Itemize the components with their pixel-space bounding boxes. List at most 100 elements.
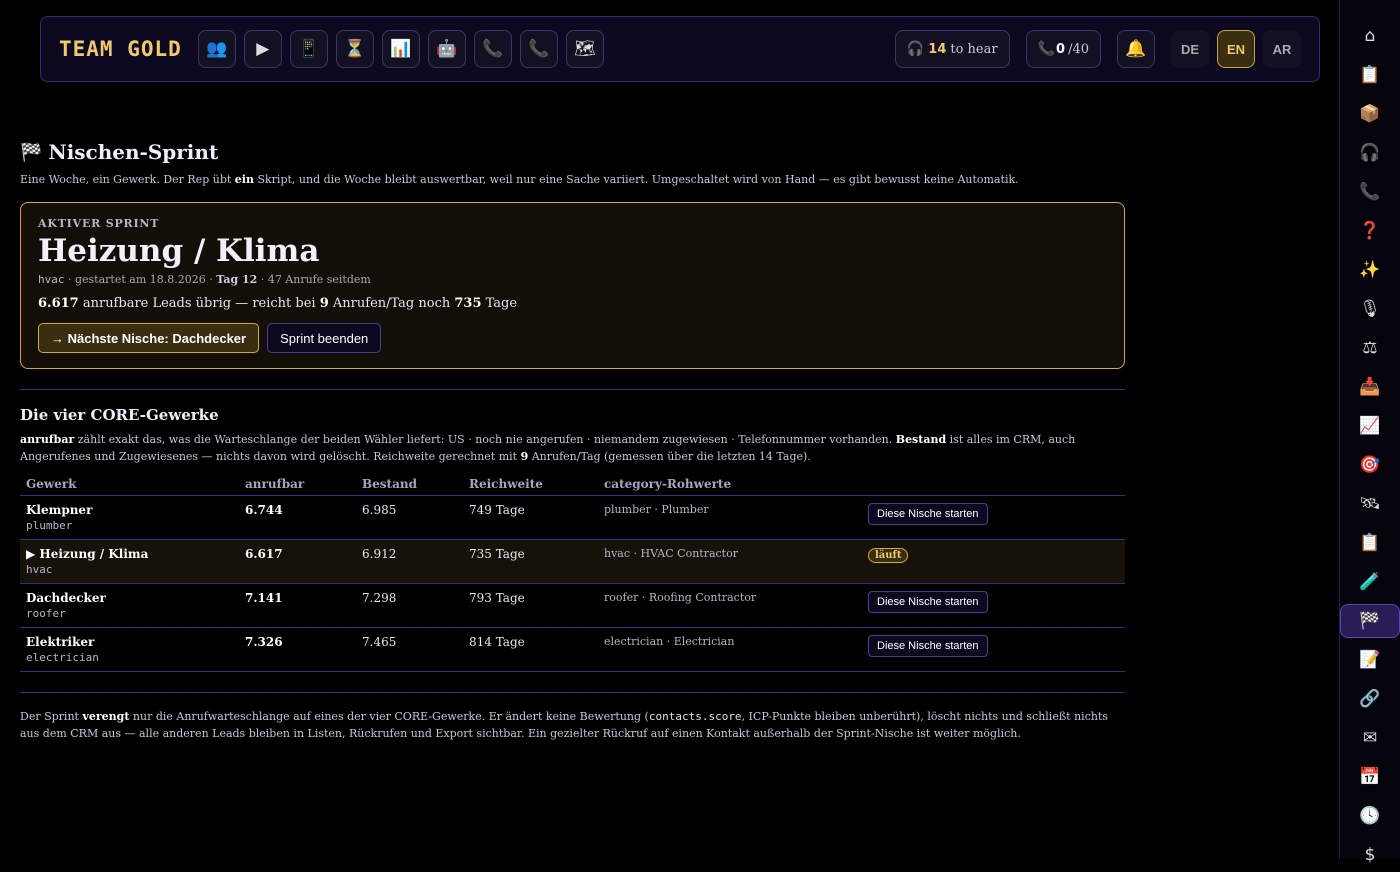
map-icon[interactable]: 🗺 — [565, 30, 604, 68]
table-row: Elektriker electrician 7.326 7.465 814 Ta… — [20, 627, 1125, 673]
callable-count: 6.617 — [239, 539, 356, 585]
trade-name: ▶ Heizung / Klima — [26, 547, 149, 562]
category-raw: electrician · Electrician — [598, 627, 862, 673]
sidebar-test-tube-icon[interactable]: 🧪 — [1340, 565, 1400, 599]
stock-count: 6.985 — [356, 495, 463, 541]
team-brand: TEAM GOLD — [59, 37, 182, 61]
sidebar: ⌂ 📋 📦 🎧 📞 ❓ ✨ 🎙 ⚖ 📥 📈 🎯 🛰 📋 🧪 🏁 📝 🔗 ✉ 📅 🕓 $ — [1339, 0, 1400, 865]
col-category-raw: category-Rohwerte — [598, 477, 862, 497]
sidebar-clipboard-icon-2[interactable]: 📋 — [1340, 526, 1400, 560]
listen-queue-pill[interactable]: 🎧 14 to hear — [894, 30, 1010, 68]
phone-mobile-icon[interactable]: 📱 — [289, 30, 328, 68]
checkered-flag-icon: 🏁 — [20, 141, 43, 163]
trade-name: Klempner — [26, 503, 93, 518]
running-badge: läuft — [868, 548, 909, 564]
start-niche-button[interactable]: Diese Nische starten — [868, 591, 988, 614]
category-raw: plumber · Plumber — [598, 495, 862, 541]
page-intro: Eine Woche, ein Gewerk. Der Rep übt ein … — [20, 173, 1019, 186]
trade-code: hvac — [26, 563, 53, 577]
lang-ar-button[interactable]: AR — [1263, 30, 1301, 68]
sidebar-dollar-icon[interactable]: $ — [1340, 838, 1400, 872]
sidebar-phone-icon[interactable]: 📞 — [1340, 175, 1400, 209]
reach-days: 749 Tage — [463, 495, 598, 541]
phone-icon-2[interactable]: 📞 — [519, 30, 558, 68]
calls-progress-pill[interactable]: 📞 0 /40 — [1025, 30, 1101, 68]
listen-count: 14 — [928, 41, 947, 57]
sidebar-package-icon[interactable]: 📦 — [1340, 97, 1400, 131]
sidebar-target-icon[interactable]: 🎯 — [1340, 448, 1400, 482]
category-raw: roofer · Roofing Contractor — [598, 583, 862, 629]
sidebar-home-icon[interactable]: ⌂ — [1340, 19, 1400, 53]
next-niche-button[interactable]: → Nächste Nische: Dachdecker — [38, 323, 260, 354]
sidebar-clipboard-icon[interactable]: 📋 — [1340, 58, 1400, 92]
trade-name: Elektriker — [26, 635, 95, 650]
footer-note: Der Sprint verengt nur die Anrufwartesch… — [20, 692, 1125, 742]
sidebar-inbox-icon[interactable]: 📥 — [1340, 370, 1400, 404]
col-callable: anrufbar — [239, 477, 356, 497]
reach-days: 735 Tage — [463, 539, 598, 585]
table-row: Dachdecker roofer 7.141 7.298 793 Tage ro… — [20, 583, 1125, 629]
col-action — [862, 477, 1125, 497]
end-sprint-button[interactable]: Sprint beenden — [267, 323, 382, 354]
calls-goal: /40 — [1068, 41, 1089, 57]
sidebar-trend-chart-icon[interactable]: 📈 — [1340, 409, 1400, 443]
robot-icon[interactable]: 🤖 — [427, 30, 466, 68]
main-content: 🏁 Nischen-Sprint Eine Woche, ein Gewerk.… — [20, 140, 1125, 742]
sidebar-microphone-icon[interactable]: 🎙 — [1340, 292, 1400, 326]
callable-count: 7.141 — [239, 583, 356, 629]
stock-count: 7.465 — [356, 627, 463, 673]
sidebar-checkered-flag-icon[interactable]: 🏁 — [1340, 604, 1400, 638]
start-niche-button[interactable]: Diese Nische starten — [868, 635, 988, 658]
category-raw: hvac · HVAC Contractor — [598, 539, 862, 585]
calls-done: 0 — [1056, 41, 1066, 57]
stock-count: 7.298 — [356, 583, 463, 629]
sprint-leads-summary: 6.617 anrufbare Leads übrig — reicht bei… — [38, 296, 518, 312]
active-sprint-card: AKTIVER SPRINT Heizung / Klima hvac · ge… — [20, 202, 1125, 369]
page-title-text: Nischen-Sprint — [48, 140, 219, 164]
lang-de-button[interactable]: DE — [1171, 30, 1209, 68]
table-header-row: Gewerk anrufbar Bestand Reichweite categ… — [20, 477, 1125, 497]
sidebar-link-icon[interactable]: 🔗 — [1340, 682, 1400, 716]
sprint-eyebrow: AKTIVER SPRINT — [38, 217, 160, 230]
sidebar-sparkles-icon[interactable]: ✨ — [1340, 253, 1400, 287]
col-trade: Gewerk — [20, 477, 239, 497]
sidebar-calendar-icon[interactable]: 📅 — [1340, 760, 1400, 794]
team-icon[interactable]: 👥 — [197, 30, 236, 68]
listen-label: to hear — [950, 41, 998, 57]
trade-code: roofer — [26, 607, 66, 621]
hourglass-icon[interactable]: ⏳ — [335, 30, 374, 68]
phone-icon[interactable]: 📞 — [473, 30, 512, 68]
lang-en-button[interactable]: EN — [1217, 30, 1255, 68]
page-title: 🏁 Nischen-Sprint — [20, 140, 1125, 164]
sprint-name: Heizung / Klima — [38, 233, 320, 269]
core-description: anrufbar zählt exakt das, was die Wartes… — [20, 433, 1076, 464]
reach-days: 814 Tage — [463, 627, 598, 673]
callable-count: 6.744 — [239, 495, 356, 541]
core-section-title: Die vier CORE-Gewerke — [20, 406, 219, 424]
phone-icon: 📞 — [1037, 41, 1056, 57]
sidebar-clock-icon[interactable]: 🕓 — [1340, 799, 1400, 833]
sidebar-question-icon[interactable]: ❓ — [1340, 214, 1400, 248]
table-row-active: ▶ Heizung / Klima hvac 6.617 6.912 735 Ta… — [20, 539, 1125, 585]
col-stock: Bestand — [356, 477, 463, 497]
headphones-icon: 🎧 — [906, 41, 925, 57]
sidebar-satellite-icon[interactable]: 🛰 — [1340, 487, 1400, 521]
sidebar-envelope-icon[interactable]: ✉ — [1340, 721, 1400, 755]
reach-days: 793 Tage — [463, 583, 598, 629]
bar-chart-icon[interactable]: 📊 — [381, 30, 420, 68]
start-niche-button[interactable]: Diese Nische starten — [868, 503, 988, 526]
trade-code: plumber — [26, 519, 73, 533]
sprint-meta: hvac · gestartet am 18.8.2026 · Tag 12 ·… — [38, 273, 371, 287]
core-trades-table: Gewerk anrufbar Bestand Reichweite categ… — [20, 477, 1125, 673]
callable-count: 7.326 — [239, 627, 356, 673]
play-icon[interactable]: ▶ — [243, 30, 282, 68]
trade-code: electrician — [26, 651, 99, 665]
sidebar-memo-icon[interactable]: 📝 — [1340, 643, 1400, 677]
col-reach: Reichweite — [463, 477, 598, 497]
sidebar-scales-icon[interactable]: ⚖ — [1340, 331, 1400, 365]
sidebar-headphones-icon[interactable]: 🎧 — [1340, 136, 1400, 170]
notifications-bell-icon[interactable]: 🔔 — [1117, 30, 1155, 68]
divider — [20, 389, 1125, 390]
stock-count: 6.912 — [356, 539, 463, 585]
trade-name: Dachdecker — [26, 591, 106, 606]
